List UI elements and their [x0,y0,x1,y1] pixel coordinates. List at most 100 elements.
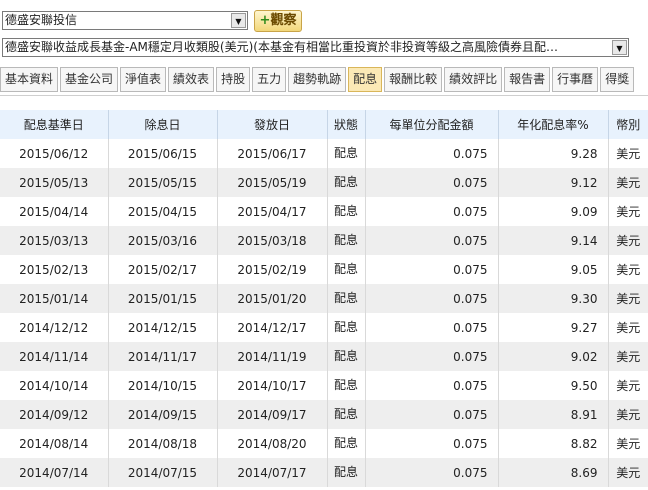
annualized-yield-cell: 9.09 [497,197,608,226]
ex-dividend-date-cell: 2015/02/17 [107,255,217,284]
tab-item[interactable]: 報告書 [504,67,551,92]
annualized-yield-cell: 8.82 [497,429,608,458]
annualized-yield-cell: 9.50 [497,371,608,400]
table-row: 2015/03/13 2015/03/16 2015/03/18 配息 0.075 9.1… [0,226,648,255]
currency-cell: 美元 [607,168,648,197]
watch-button-label: 觀察 [270,13,297,28]
company-select[interactable]: 德盛安聯投信 ▼ [2,11,248,30]
status-cell: 配息 [326,313,365,342]
tab-item[interactable]: 基金公司 [60,67,119,92]
payment-date-cell: 2015/05/19 [216,168,327,197]
record-date-cell: 2014/12/12 [0,313,108,342]
record-date-cell: 2014/07/14 [0,458,108,487]
dividend-amount-cell: 0.075 [364,371,498,400]
payment-date-cell: 2014/12/17 [216,313,327,342]
tab-item[interactable]: 得獎 [600,67,635,92]
status-cell: 配息 [326,371,365,400]
column-header: 每單位分配金額 [364,110,498,139]
currency-cell: 美元 [607,139,648,168]
dividend-amount-cell: 0.075 [364,313,498,342]
payment-date-cell: 2014/10/17 [216,371,327,400]
status-cell: 配息 [326,197,365,226]
ex-dividend-date-cell: 2014/12/15 [107,313,217,342]
record-date-cell: 2015/01/14 [0,284,108,313]
dividend-amount-cell: 0.075 [364,197,498,226]
currency-cell: 美元 [607,197,648,226]
table-row: 2015/06/12 2015/06/15 2015/06/17 配息 0.075 9.2… [0,139,648,168]
dividend-amount-cell: 0.075 [364,226,498,255]
dividend-amount-cell: 0.075 [364,255,498,284]
record-date-cell: 2015/02/13 [0,255,108,284]
chevron-down-icon[interactable]: ▼ [612,40,627,55]
payment-date-cell: 2015/06/17 [216,139,327,168]
chevron-down-icon[interactable]: ▼ [231,13,246,28]
tab-item[interactable]: 趨勢軌跡 [288,67,347,92]
currency-cell: 美元 [607,313,648,342]
status-cell: 配息 [326,342,365,371]
column-header: 年化配息率% [497,110,608,139]
table-row: 2014/07/14 2014/07/15 2014/07/17 配息 0.075 8.6… [0,458,648,487]
payment-date-cell: 2014/09/17 [216,400,327,429]
ex-dividend-date-cell: 2014/08/18 [107,429,217,458]
dividend-amount-cell: 0.075 [364,429,498,458]
table-row: 2015/01/14 2015/01/15 2015/01/20 配息 0.075 9.3… [0,284,648,313]
tab-item[interactable]: 績效評比 [444,67,503,92]
table-row: 2015/05/13 2015/05/15 2015/05/19 配息 0.075 9.1… [0,168,648,197]
currency-cell: 美元 [607,342,648,371]
annualized-yield-cell: 9.27 [497,313,608,342]
tab-item[interactable]: 基本資料 [0,67,59,92]
ex-dividend-date-cell: 2014/09/15 [107,400,217,429]
ex-dividend-date-cell: 2014/11/17 [107,342,217,371]
table-row: 2014/10/14 2014/10/15 2014/10/17 配息 0.075 9.5… [0,371,648,400]
tab-bar: 基本資料 基金公司 淨值表 績效表 持股 五力 趨勢軌跡 配息 報酬比較 績效評比 報告書 行事曆 得獎 [0,66,648,96]
status-cell: 配息 [326,429,365,458]
currency-cell: 美元 [607,226,648,255]
watch-button[interactable]: +觀察 [254,10,302,32]
payment-date-cell: 2014/08/20 [216,429,327,458]
tab-item[interactable]: 持股 [216,67,251,92]
table-row: 2015/02/13 2015/02/17 2015/02/19 配息 0.075 9.0… [0,255,648,284]
tab-item[interactable]: 淨值表 [120,67,167,92]
annualized-yield-cell: 9.14 [497,226,608,255]
tab-item[interactable]: 報酬比較 [384,67,443,92]
fund-select[interactable]: 德盛安聯收益成長基金-AM穩定月收類股(美元)(本基金有相當比重投資於非投資等級… [2,38,629,57]
column-header: 狀態 [326,110,365,139]
fund-select-value: 德盛安聯收益成長基金-AM穩定月收類股(美元)(本基金有相當比重投資於非投資等級… [5,40,558,54]
tab-item[interactable]: 績效表 [168,67,215,92]
dividend-amount-cell: 0.075 [364,139,498,168]
ex-dividend-date-cell: 2015/05/15 [107,168,217,197]
dividend-amount-cell: 0.075 [364,458,498,487]
currency-cell: 美元 [607,458,648,487]
record-date-cell: 2014/08/14 [0,429,108,458]
plus-icon: + [259,13,271,28]
column-header: 幣別 [607,110,648,139]
currency-cell: 美元 [607,400,648,429]
annualized-yield-cell: 9.30 [497,284,608,313]
payment-date-cell: 2015/01/20 [216,284,327,313]
tab-item[interactable]: 配息 [348,67,383,92]
column-header: 配息基準日 [0,110,108,139]
status-cell: 配息 [326,400,365,429]
table-row: 2014/12/12 2014/12/15 2014/12/17 配息 0.075 9.2… [0,313,648,342]
status-cell: 配息 [326,139,365,168]
annualized-yield-cell: 9.02 [497,342,608,371]
annualized-yield-cell: 9.28 [497,139,608,168]
annualized-yield-cell: 9.05 [497,255,608,284]
payment-date-cell: 2015/04/17 [216,197,327,226]
ex-dividend-date-cell: 2015/03/16 [107,226,217,255]
status-cell: 配息 [326,168,365,197]
status-cell: 配息 [326,255,365,284]
dividend-amount-cell: 0.075 [364,400,498,429]
payment-date-cell: 2014/11/19 [216,342,327,371]
payment-date-cell: 2015/02/19 [216,255,327,284]
column-header: 發放日 [216,110,327,139]
currency-cell: 美元 [607,429,648,458]
currency-cell: 美元 [607,284,648,313]
table-row: 2014/08/14 2014/08/18 2014/08/20 配息 0.075 8.8… [0,429,648,458]
tab-item[interactable]: 五力 [252,67,287,92]
record-date-cell: 2015/04/14 [0,197,108,226]
status-cell: 配息 [326,284,365,313]
tab-item[interactable]: 行事曆 [552,67,599,92]
record-date-cell: 2014/10/14 [0,371,108,400]
dividend-table: 配息基準日 除息日 發放日 狀態 每單位分配金額 年化配息率% 幣別 2015/… [0,110,648,487]
